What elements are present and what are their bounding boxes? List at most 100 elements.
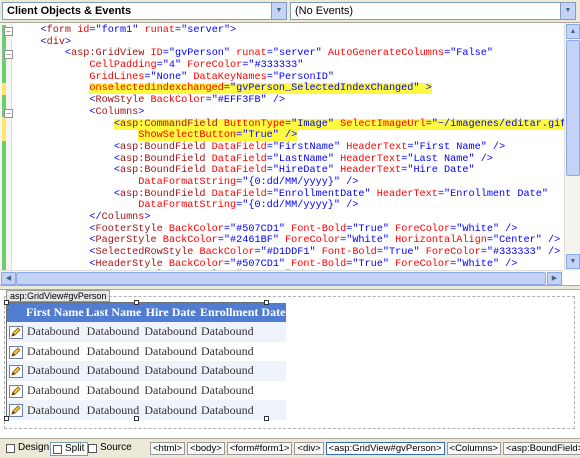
horizontal-scrollbar[interactable]: ◀ ▶ [0,270,563,285]
code-line[interactable]: <asp:GridView ID="gvPerson" runat="serve… [4,48,563,60]
code-line[interactable]: <FooterStyle BackColor="#507CD1" Font-Bo… [16,224,563,236]
edit-pencil-icon[interactable] [9,384,23,398]
tag-breadcrumb: <html> <body> <form#form1> <div> <asp:GridVi… [150,442,580,456]
events-dropdown[interactable]: (No Events) ▼ [290,2,576,20]
resize-handle[interactable] [4,416,9,421]
column-header: Hire Date [142,303,199,322]
code-text[interactable]: <form id="form1" runat="server"> − <div> … [4,25,573,281]
breadcrumb-tag[interactable]: <asp:GridView#gvPerson> [325,442,445,455]
vertical-scrollbar[interactable]: ▲ ▼ [564,23,580,271]
select-cell [7,341,25,362]
table-cell: Databound [25,400,85,420]
select-cell [7,380,25,401]
breadcrumb-tag[interactable]: <div> [294,442,324,455]
change-marker [2,141,6,271]
collapse-icon[interactable]: − [4,108,13,118]
design-view-button[interactable]: Design [4,442,52,456]
design-surface[interactable]: asp:GridView#gvPerson First Name Last Na… [0,290,580,438]
table-cell: Databound [84,361,143,381]
table-cell: Databound [142,380,199,401]
resize-handle[interactable] [264,300,269,305]
resize-handle[interactable] [264,416,269,421]
breadcrumb-tag[interactable]: <form#form1> [226,442,293,455]
table-cell: Databound [198,361,287,381]
table-cell: Databound [198,380,287,401]
scroll-left-button[interactable]: ◀ [1,272,16,285]
header-row: First Name Last Name Hire Date Enrollmen… [7,303,287,322]
code-line[interactable]: DataFormatString="{0:dd/MM/yyyy}" /> [16,177,563,189]
table-cell: Databound [84,322,143,342]
code-line[interactable]: <HeaderStyle BackColor="#507CD1" Font-Bo… [16,259,563,271]
code-line[interactable]: GridLines="None" DataKeyNames="PersonID" [16,72,563,84]
split-icon [53,445,62,454]
breadcrumb-tag[interactable]: <Columns> [446,442,502,455]
edit-pencil-icon[interactable] [9,404,23,418]
table-cell: Databound [142,322,199,342]
table-cell: Databound [198,341,287,362]
resize-handle[interactable] [4,300,9,305]
code-line[interactable]: <asp:BoundField DataField="FirstName" He… [16,142,563,154]
scroll-up-button[interactable]: ▲ [566,24,580,39]
breadcrumb-tag[interactable]: <html> [150,442,186,455]
chevron-down-icon[interactable]: ▼ [560,3,575,19]
design-view-label: Design [18,442,50,453]
table-cell: Databound [25,322,85,342]
control-tag[interactable]: asp:GridView#gvPerson [6,290,111,302]
code-line[interactable]: CellPadding="4" ForeColor="#333333" [16,60,563,72]
gridview-control[interactable]: First Name Last Name Hire Date Enrollmen… [4,300,287,421]
view-statusbar: Design Split Source <html> <body> <form#fo… [0,438,580,458]
collapse-icon[interactable]: − [4,50,13,60]
change-marker [2,117,6,141]
breadcrumb-tag[interactable]: <body> [187,442,225,455]
gridview-table: First Name Last Name Hire Date Enrollmen… [7,303,287,420]
scroll-thumb[interactable] [16,272,546,285]
table-cell: Databound [84,341,143,362]
edit-pencil-icon[interactable] [9,365,23,379]
table-cell: Databound [25,361,85,381]
table-cell: Databound [25,341,85,362]
table-row: Databound Databound Databound Databound [7,341,287,362]
code-line[interactable]: ShowSelectButton="True" /> [16,130,563,142]
code-line[interactable]: <div> [16,37,563,49]
edit-pencil-icon[interactable] [9,326,23,340]
code-line[interactable]: <asp:BoundField DataField="HireDate" Hea… [16,165,563,177]
code-line[interactable]: <PagerStyle BackColor="#2461BF" ForeColo… [16,235,563,247]
code-line[interactable]: <Columns> − [4,107,563,119]
code-line[interactable]: <RowStyle BackColor="#EFF3FB" /> [16,95,563,107]
code-line[interactable]: </Columns> [16,212,563,224]
change-marker [2,83,6,95]
breadcrumb-tag[interactable]: <asp:BoundField> [503,442,580,455]
table-row: Databound Databound Databound Databound [7,361,287,381]
code-line[interactable]: <form id="form1" runat="server"> − [4,25,563,37]
column-header: First Name [25,303,85,322]
source-icon [88,444,97,453]
resize-handle[interactable] [134,300,139,305]
source-view-button[interactable]: Source [86,442,135,456]
client-objects-dropdown[interactable]: Client Objects & Events ▼ [2,2,287,20]
split-view-button[interactable]: Split [50,442,89,456]
source-view-label: Source [100,442,132,453]
code-line[interactable]: <asp:BoundField DataField="LastName" Hea… [16,154,563,166]
table-cell: Databound [198,400,287,420]
vs-editor-window: Client Objects & Events ▼ (No Events) ▼ … [0,0,580,458]
code-line[interactable]: <SelectedRowStyle BackColor="#D1DDF1" Fo… [16,247,563,259]
design-icon [6,444,15,453]
resize-handle[interactable] [134,416,139,421]
collapse-icon[interactable]: − [4,27,13,36]
split-view-label: Split [65,443,85,454]
code-line[interactable]: DataFormatString="{0:dd/MM/yyyy}" /> [16,200,563,212]
code-line[interactable]: <asp:BoundField DataField="EnrollmentDat… [16,189,563,201]
scroll-thumb[interactable] [566,40,580,176]
column-header: Enrollment Date [198,303,287,322]
scroll-down-button[interactable]: ▼ [566,254,580,269]
table-cell: Databound [142,341,199,362]
chevron-down-icon[interactable]: ▼ [271,3,286,19]
table-cell: Databound [25,380,85,401]
table-row: Databound Databound Databound Databound [7,380,287,401]
scroll-right-button[interactable]: ▶ [547,272,562,285]
code-line[interactable]: <asp:CommandField ButtonType="Image" Sel… [16,118,573,131]
edit-pencil-icon[interactable] [9,345,23,359]
source-editor[interactable]: <form id="form1" runat="server"> − <div> … [0,23,580,286]
code-line[interactable]: onselectedindexchanged="gvPerson_Selecte… [16,83,563,95]
client-objects-label: Client Objects & Events [7,5,132,17]
